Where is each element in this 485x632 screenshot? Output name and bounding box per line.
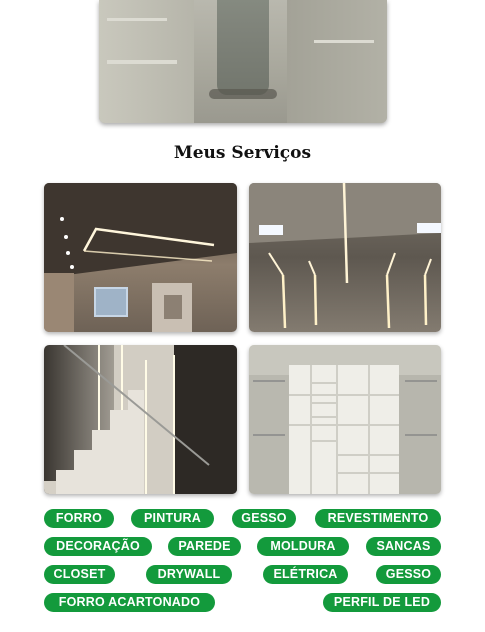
ceiling-led-lighting-photo[interactable] [44,183,237,332]
led-profile-wall-photo[interactable] [249,183,441,332]
tag-drywall[interactable]: DRYWALL [146,565,232,584]
staircase-led-photo[interactable] [44,345,237,494]
hero-shelf [314,40,374,43]
tag-gesso-2[interactable]: GESSO [376,565,441,584]
tag-eletrica[interactable]: ELÉTRICA [263,565,348,584]
section-title: Meus Serviços [173,143,312,163]
hero-shelf [107,60,177,64]
hero-shelf [107,18,167,21]
tag-gesso[interactable]: GESSO [232,509,296,528]
tag-pintura[interactable]: PINTURA [131,509,214,528]
tag-forro[interactable]: FORRO [44,509,114,528]
tag-perfil-de-led[interactable]: PERFIL DE LED [323,593,441,612]
tag-forro-acartonado[interactable]: FORRO ACARTONADO [44,593,215,612]
hero-person [209,0,277,99]
tag-decoracao[interactable]: DECORAÇÃO [44,537,152,556]
tag-closet[interactable]: CLOSET [44,565,115,584]
tag-sancas[interactable]: SANCAS [366,537,441,556]
hero-photo [99,0,387,123]
tag-moldura[interactable]: MOLDURA [257,537,349,556]
built-in-shelves-photo[interactable] [249,345,441,494]
tag-parede[interactable]: PAREDE [168,537,241,556]
hero-wall-right [287,0,387,123]
tag-revestimento[interactable]: REVESTIMENTO [315,509,441,528]
